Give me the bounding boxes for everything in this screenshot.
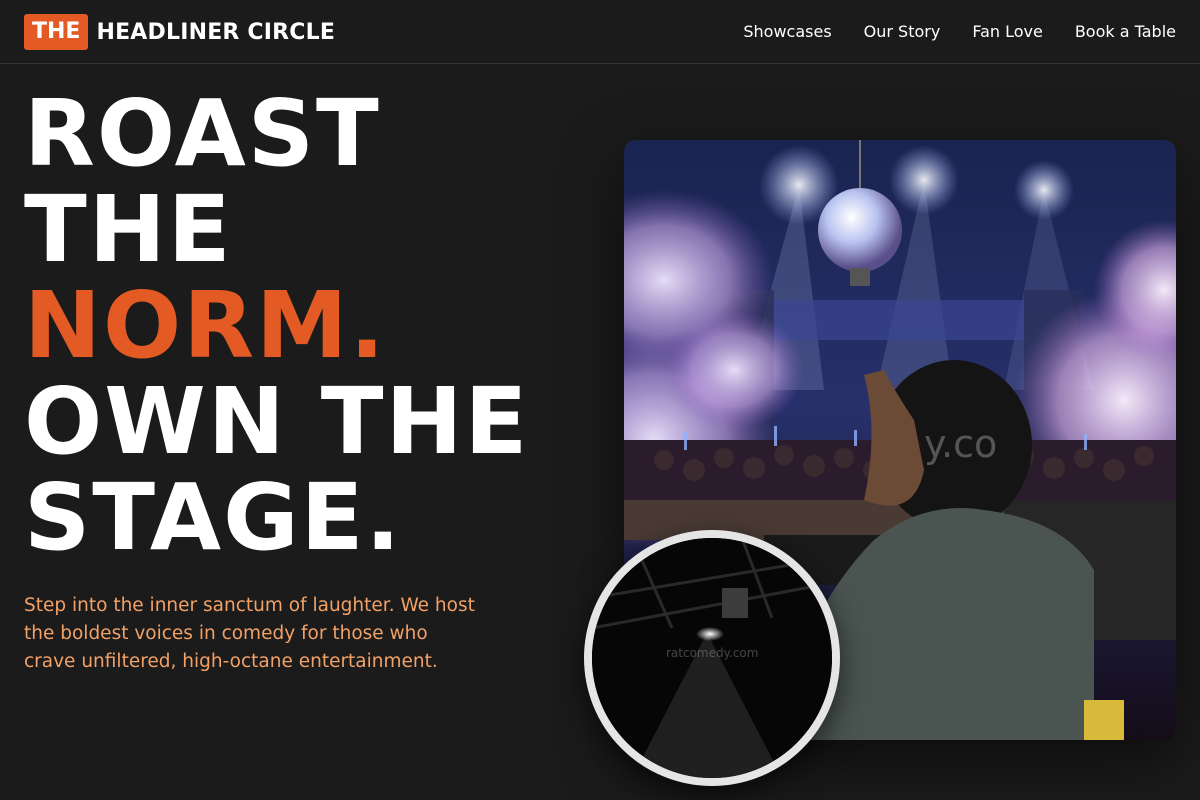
hero-title-accent-line: NORM. (24, 272, 387, 379)
logo-badge: THE (24, 14, 89, 50)
photo-watermark: y.co (924, 422, 998, 466)
site-header: THE HEADLINER CIRCLE Showcases Our Story… (0, 0, 1200, 64)
hero-title-line-1: ROAST (24, 80, 381, 187)
hero-title-line-2: THE (24, 176, 233, 283)
hero-title: ROAST THE NORM. OWN THE STAGE. (24, 86, 529, 566)
logo-text: HEADLINER CIRCLE (96, 19, 336, 45)
nav-our-story[interactable]: Our Story (864, 20, 941, 44)
nav-fan-love[interactable]: Fan Love (972, 20, 1043, 44)
circle-photo-watermark: ratcomedy.com (666, 646, 759, 660)
hero-title-line-4: OWN THE (24, 368, 530, 475)
main-nav: Showcases Our Story Fan Love Book a Tabl… (743, 20, 1176, 44)
hero-description: Step into the inner sanctum of laughter.… (24, 595, 475, 672)
site-logo[interactable]: THE HEADLINER CIRCLE (24, 14, 335, 50)
nav-book-a-table[interactable]: Book a Table (1075, 20, 1176, 44)
hero-title-line-5: STAGE. (24, 464, 403, 571)
hero-circle-photo: ratcomedy.com (584, 530, 840, 786)
nav-showcases[interactable]: Showcases (743, 20, 831, 44)
